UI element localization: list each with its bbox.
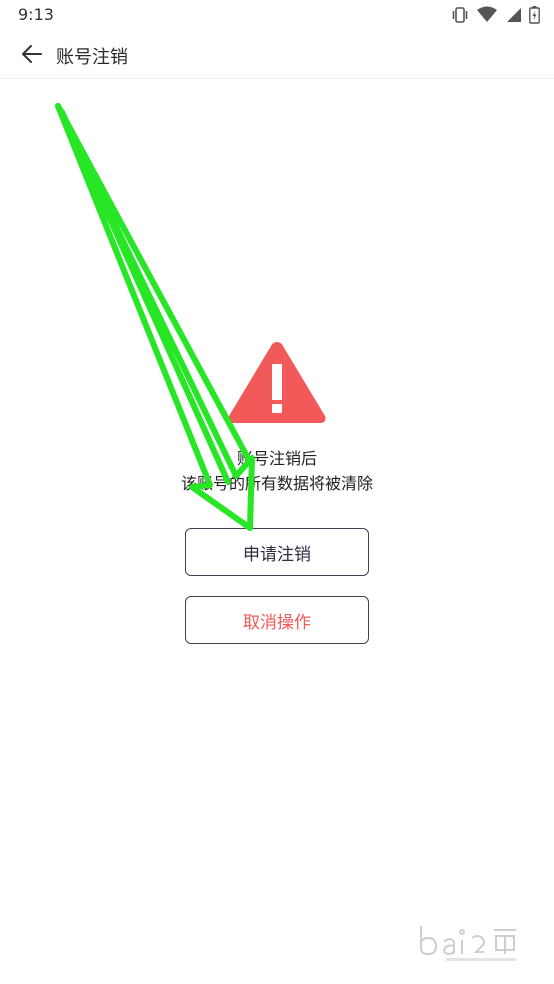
- back-arrow-icon: [21, 43, 43, 69]
- watermark-logo: [416, 916, 526, 966]
- page-title: 账号注销: [56, 47, 128, 68]
- status-icons: [451, 6, 540, 24]
- signal-icon: [505, 6, 521, 24]
- warning-triangle-icon: [225, 338, 329, 426]
- back-button[interactable]: [18, 42, 46, 70]
- message-line-2: 该账号的所有数据将被清除: [180, 474, 373, 493]
- app-bar: 账号注销: [0, 32, 554, 79]
- status-bar: 9:13: [0, 0, 554, 32]
- apply-deactivation-button[interactable]: 申请注销: [185, 528, 369, 576]
- vibrate-icon: [451, 6, 469, 24]
- status-time: 9:13: [18, 5, 54, 24]
- cancel-operation-button[interactable]: 取消操作: [185, 596, 369, 644]
- battery-icon: [529, 6, 540, 24]
- message-line-1: 账号注销后: [236, 449, 317, 468]
- wifi-icon: [477, 6, 497, 24]
